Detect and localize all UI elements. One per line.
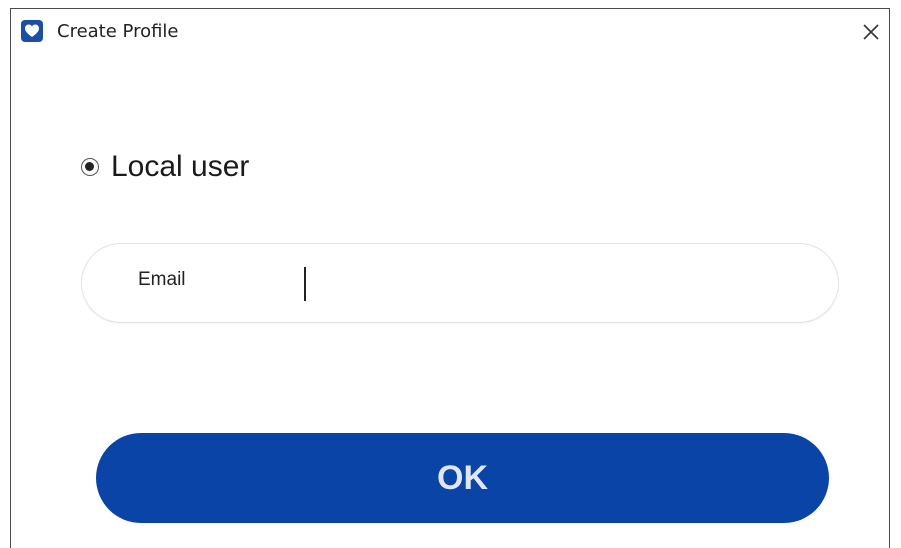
ok-button[interactable]: OK bbox=[96, 433, 829, 523]
create-profile-dialog: Create Profile Local user Email OK bbox=[10, 8, 890, 548]
close-button[interactable] bbox=[853, 15, 889, 49]
email-label: Email bbox=[138, 269, 186, 290]
heart-icon bbox=[21, 20, 43, 42]
window-title: Create Profile bbox=[57, 21, 179, 42]
title-bar: Create Profile bbox=[11, 9, 889, 55]
close-icon bbox=[863, 24, 879, 40]
local-user-radio[interactable] bbox=[81, 158, 99, 176]
local-user-label: Local user bbox=[111, 150, 250, 183]
email-field[interactable]: Email bbox=[81, 243, 839, 323]
local-user-radio-option[interactable]: Local user bbox=[81, 147, 249, 187]
radio-selected-dot bbox=[85, 162, 94, 171]
email-input[interactable] bbox=[296, 262, 800, 304]
text-caret bbox=[304, 267, 306, 301]
